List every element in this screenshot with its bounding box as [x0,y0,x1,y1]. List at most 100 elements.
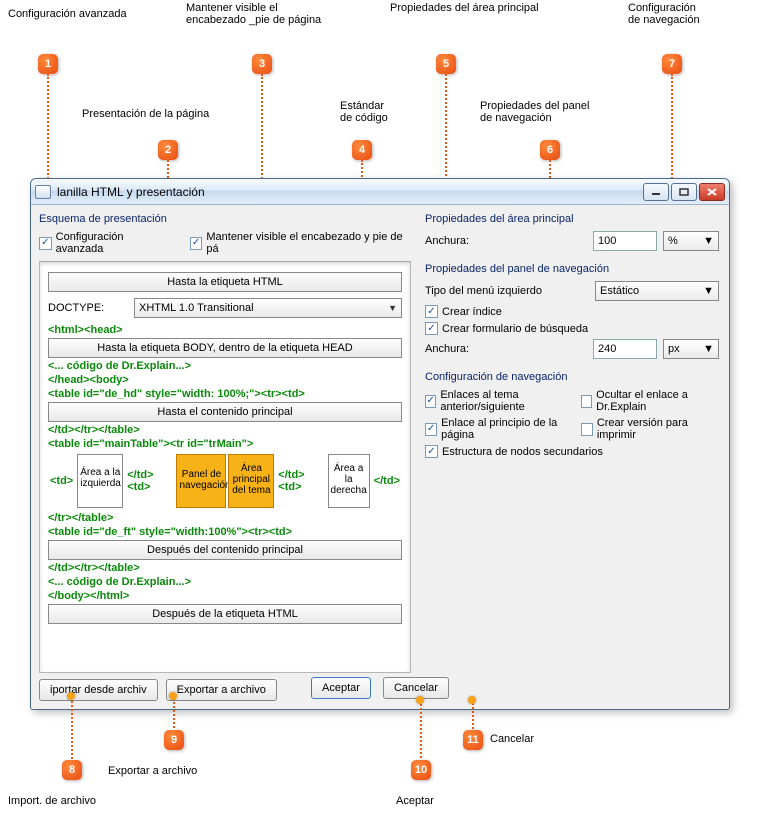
slot-after-main[interactable]: Después del contenido principal [48,540,402,560]
callout-line [71,694,73,762]
nav-width-unit-value: px [668,343,680,355]
nav-width-input[interactable]: 240 [593,339,657,359]
nav-width-label: Anchura: [425,343,593,355]
slot-in-head[interactable]: Hasta la etiqueta BODY, dentro de la eti… [48,338,402,358]
print-version-checkbox[interactable]: ✓ [581,423,593,436]
menu-type-label: Tipo del menú izquierdo [425,285,595,297]
code-table-ft: <table id="de_ft" style="width:100%"><tr… [48,526,402,538]
doctype-dropdown[interactable]: XHTML 1.0 Transitional ▼ [134,298,402,318]
callout-bullet-8: 8 [62,760,82,780]
callout-label-7: Configuración de navegación [628,2,700,26]
callout-bullet-5: 5 [436,54,456,74]
slot-after-html[interactable]: Después de la etiqueta HTML [48,604,402,624]
callout-label-5: Propiedades del área principal [390,2,539,14]
chevron-down-icon: ▼ [703,343,714,355]
callout-label-8: Import. de archivo [8,795,96,807]
window-icon [35,185,51,199]
keep-header-checkbox[interactable]: ✓ [190,237,203,250]
prevnext-label: Enlaces al tema anterior/siguiente [440,389,580,413]
code-close-ft: </td></tr></table> [48,562,402,574]
tag-tdtd-1: </td><td> [125,469,174,493]
keep-header-label: Mantener visible el encabezado y pie de … [206,231,411,255]
create-search-label: Crear formulario de búsqueda [442,323,588,335]
callout-label-9: Exportar a archivo [108,765,197,777]
create-search-checkbox[interactable]: ✓ [425,322,438,335]
maximize-button[interactable] [671,183,697,201]
doctype-value: XHTML 1.0 Transitional [139,302,254,314]
minimize-button[interactable] [643,183,669,201]
chevron-down-icon: ▼ [703,235,714,247]
hide-dr-label: Ocultar el enlace a Dr.Explain [596,389,719,413]
create-index-checkbox[interactable]: ✓ [425,305,438,318]
main-width-label: Anchura: [425,235,593,247]
callout-dot [468,696,476,704]
code-dr-head: <... código de Dr.Explain...> [48,360,402,372]
slot-before-main[interactable]: Hasta el contenido principal [48,402,402,422]
callout-label-6: Propiedades del panel de navegación [480,100,589,124]
doctype-label: DOCTYPE: [48,302,128,314]
menu-type-dropdown[interactable]: Estático ▼ [595,281,719,301]
callout-dot [416,696,424,704]
ok-button[interactable]: Aceptar [311,677,371,699]
code-main-table: <table id="mainTable"><tr id="trMain"> [48,438,402,450]
callout-label-2: Presentación de la página [82,108,209,120]
code-dr-foot: <... código de Dr.Explain...> [48,576,402,588]
cell-right-area[interactable]: Área a la derecha [328,454,370,508]
tag-tdtd-2: </td><td> [276,469,325,493]
callout-bullet-7: 7 [662,54,682,74]
main-area-title: Propiedades del área principal [425,213,719,225]
callout-label-10: Aceptar [396,795,434,807]
menu-type-value: Estático [600,285,639,297]
cell-nav-panel[interactable]: Panel de navegación [176,454,226,508]
code-head-body: </head><body> [48,374,402,386]
tag-td-open: <td> [48,475,75,487]
create-index-label: Crear índice [442,306,502,318]
callout-bullet-4: 4 [352,140,372,160]
top-link-label: Enlace al principio de la página [441,417,581,441]
close-button[interactable] [699,183,725,201]
callout-bullet-9: 9 [164,730,184,750]
cell-left-area[interactable]: Área a la izquierda [77,454,123,508]
callout-dot [67,692,75,700]
prevnext-checkbox[interactable]: ✓ [425,395,436,408]
chevron-down-icon: ▼ [703,285,714,297]
code-table-hd: <table id="de_hd" style="width: 100%;"><… [48,388,402,400]
nav-width-unit-dropdown[interactable]: px ▼ [663,339,719,359]
callout-label-1: Configuración avanzada [8,8,127,20]
tag-td-close: </td> [372,475,402,487]
callout-line [420,700,422,762]
left-pane: Esquema de presentación ✓ Configuración … [31,205,419,709]
callout-bullet-6: 6 [540,140,560,160]
callout-bullet-10: 10 [411,760,431,780]
top-link-checkbox[interactable]: ✓ [425,423,437,436]
code-close-main: </tr></table> [48,512,402,524]
advanced-config-checkbox[interactable]: ✓ [39,237,52,250]
code-close-hd: </td></tr></table> [48,424,402,436]
layout-preview: Hasta la etiqueta HTML DOCTYPE: XHTML 1.… [39,261,411,673]
main-width-unit-dropdown[interactable]: % ▼ [663,231,719,251]
nav-config-title: Configuración de navegación [425,371,719,383]
main-width-unit-value: % [668,235,678,247]
callout-bullet-11: 11 [463,730,483,750]
cancel-button[interactable]: Cancelar [383,677,449,699]
callout-dot [169,692,177,700]
chevron-down-icon: ▼ [388,303,397,313]
advanced-config-label: Configuración avanzada [56,231,171,255]
main-width-input[interactable]: 100 [593,231,657,251]
subnodes-label: Estructura de nodos secundarios [442,446,603,458]
window-title: lanilla HTML y presentación [57,185,641,199]
right-pane: Propiedades del área principal Anchura: … [419,205,729,709]
slot-before-html[interactable]: Hasta la etiqueta HTML [48,272,402,292]
callout-bullet-3: 3 [252,54,272,74]
cell-main-area[interactable]: Área principal del tema [228,454,274,508]
print-version-label: Crear versión para imprimir [597,417,719,441]
callout-label-4: Estándar de código [340,100,388,124]
hide-dr-checkbox[interactable]: ✓ [581,395,592,408]
dialog-window: lanilla HTML y presentación Esquema de p… [30,178,730,710]
nav-panel-title: Propiedades del panel de navegación [425,263,719,275]
code-body-html: </body></html> [48,590,402,602]
subnodes-checkbox[interactable]: ✓ [425,445,438,458]
code-html-head: <html><head> [48,324,402,336]
layout-section-title: Esquema de presentación [39,213,411,225]
callout-label-11: Cancelar [490,733,534,745]
